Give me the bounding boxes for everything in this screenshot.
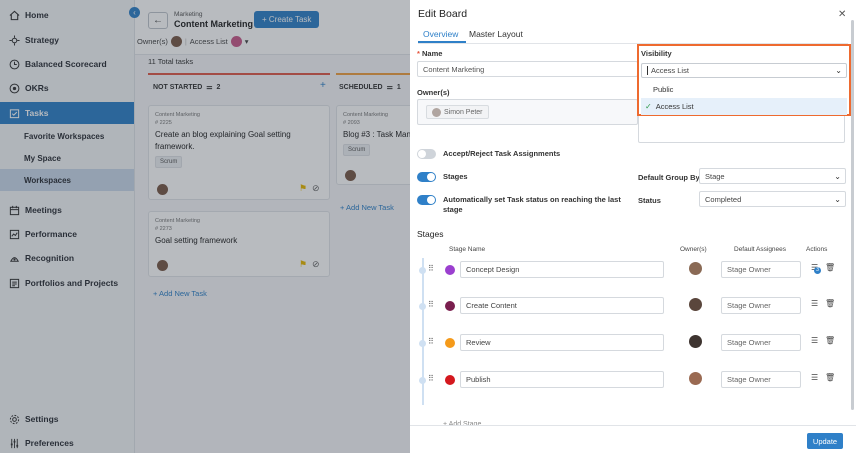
- check-icon: ✓: [645, 102, 652, 111]
- visibility-label: Visibility: [641, 49, 672, 58]
- accept-reject-label: Accept/Reject Task Assignments: [443, 149, 561, 158]
- count-badge: 3: [814, 267, 821, 274]
- scrollbar[interactable]: [851, 20, 854, 410]
- owners-field[interactable]: Simon Peter: [417, 99, 638, 125]
- owners-label: Owner(s): [417, 88, 450, 97]
- stage-row: ⠿ Publish Stage Owner ☰ 🗑: [410, 371, 856, 391]
- stage-row: ⠿ Concept Design Stage Owner ☰ 3 🗑: [410, 261, 856, 281]
- column-header-assignees: Default Assignees: [734, 246, 787, 253]
- stage-color-swatch[interactable]: [445, 265, 455, 275]
- stage-name-input[interactable]: Create Content: [460, 297, 664, 314]
- tab-master-layout[interactable]: Master Layout: [469, 29, 523, 39]
- checklist-icon[interactable]: ☰: [811, 336, 818, 345]
- accept-reject-toggle[interactable]: [417, 149, 436, 159]
- chevron-down-icon: ⌄: [835, 66, 842, 75]
- column-header-actions: Actions: [806, 246, 828, 253]
- visibility-option-access-list[interactable]: ✓ Access List: [641, 98, 847, 115]
- stage-name-input[interactable]: Publish: [460, 371, 664, 388]
- drag-handle-icon[interactable]: ⠿: [428, 300, 434, 309]
- auto-status-toggle[interactable]: [417, 195, 436, 205]
- stages-section-title: Stages: [417, 229, 444, 239]
- stage-name-input[interactable]: Concept Design: [460, 261, 664, 278]
- edit-board-panel: Edit Board ✕ Overview Master Layout * Na…: [410, 0, 856, 453]
- visibility-option-public[interactable]: Public: [641, 81, 847, 98]
- default-group-select[interactable]: Stage ⌄: [699, 168, 846, 184]
- default-assignee-input[interactable]: Stage Owner: [721, 371, 801, 388]
- column-header-stage-name: Stage Name: [449, 246, 486, 253]
- drag-handle-icon[interactable]: ⠿: [428, 374, 434, 383]
- visibility-select[interactable]: Access List ⌄: [641, 63, 847, 78]
- stage-name-input[interactable]: Review: [460, 334, 664, 351]
- auto-status-label: Automatically set Task status on reachin…: [443, 195, 621, 214]
- chevron-down-icon: ⌄: [834, 195, 841, 204]
- status-label: Status: [638, 196, 661, 205]
- stage-row: ⠿ Review Stage Owner ☰ 🗑: [410, 334, 856, 354]
- trash-icon[interactable]: 🗑: [825, 373, 835, 382]
- column-header-owner: Owner(s): [680, 246, 707, 253]
- trash-icon[interactable]: 🗑: [825, 263, 835, 272]
- drag-handle-icon[interactable]: ⠿: [428, 337, 434, 346]
- avatar: [432, 107, 441, 117]
- default-assignee-input[interactable]: Stage Owner: [721, 261, 801, 278]
- trash-icon[interactable]: 🗑: [825, 299, 835, 308]
- tab-overview[interactable]: Overview: [423, 29, 458, 39]
- stage-color-swatch[interactable]: [445, 301, 455, 311]
- update-button[interactable]: Update: [807, 433, 843, 449]
- chevron-down-icon: ⌄: [834, 172, 841, 181]
- stages-toggle[interactable]: [417, 172, 436, 182]
- board-name-input[interactable]: Content Marketing: [417, 61, 638, 77]
- checklist-icon[interactable]: ☰: [811, 299, 818, 308]
- panel-title: Edit Board: [418, 8, 468, 20]
- close-icon[interactable]: ✕: [838, 9, 846, 20]
- name-label: * Name: [417, 49, 443, 58]
- drag-handle-icon[interactable]: ⠿: [428, 264, 434, 273]
- checklist-icon[interactable]: ☰: [811, 373, 818, 382]
- stage-row: ⠿ Create Content Stage Owner ☰ 🗑: [410, 297, 856, 317]
- stage-color-swatch[interactable]: [445, 338, 455, 348]
- panel-footer: Update: [410, 425, 856, 453]
- visibility-dropdown: Visibility Access List ⌄ Public ✓ Access L…: [637, 44, 851, 116]
- avatar[interactable]: [689, 372, 702, 385]
- stages-label: Stages: [443, 172, 468, 181]
- default-group-label: Default Group By: [638, 173, 700, 182]
- owner-chip[interactable]: Simon Peter: [426, 105, 489, 119]
- trash-icon[interactable]: 🗑: [825, 336, 835, 345]
- default-assignee-input[interactable]: Stage Owner: [721, 334, 801, 351]
- avatar[interactable]: [689, 298, 702, 311]
- avatar[interactable]: [689, 335, 702, 348]
- avatar[interactable]: [689, 262, 702, 275]
- modal-backdrop[interactable]: [0, 0, 410, 453]
- stage-color-swatch[interactable]: [445, 375, 455, 385]
- default-assignee-input[interactable]: Stage Owner: [721, 297, 801, 314]
- status-select[interactable]: Completed ⌄: [699, 191, 846, 207]
